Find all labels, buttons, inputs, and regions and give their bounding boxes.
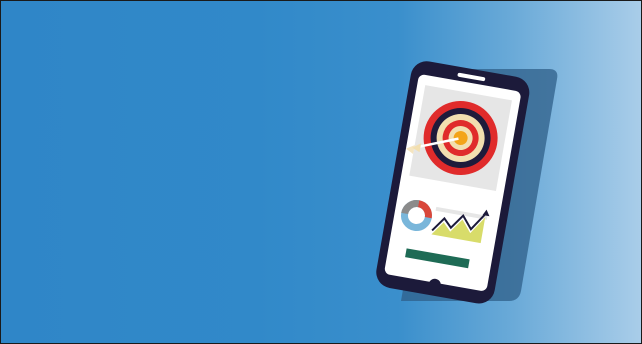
hero-banner (0, 0, 642, 344)
phone-illustration (376, 61, 558, 304)
